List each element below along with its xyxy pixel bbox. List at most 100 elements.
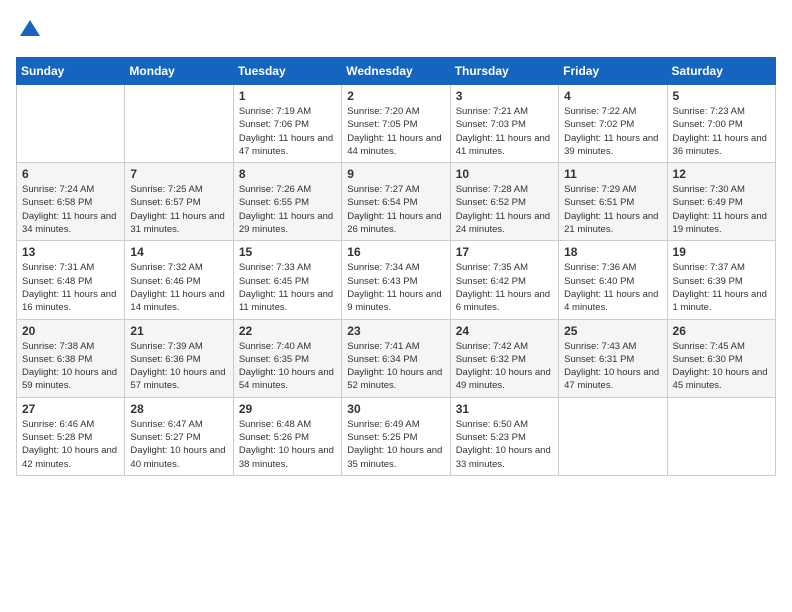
calendar-cell: 6Sunrise: 7:24 AM Sunset: 6:58 PM Daylig… — [17, 163, 125, 241]
calendar-week-row: 1 Sunrise: 7:19 AM Sunset: 7:06 PM Daylig… — [17, 85, 776, 163]
day-number: 31 — [456, 402, 553, 416]
day-number: 26 — [673, 324, 770, 338]
day-number: 28 — [130, 402, 227, 416]
calendar-cell: 30 Sunrise: 6:49 AM Sunset: 5:25 PM Dayli… — [342, 397, 450, 475]
calendar-day-header: Friday — [559, 58, 667, 85]
day-number: 24 — [456, 324, 553, 338]
day-number: 29 — [239, 402, 336, 416]
day-info: Sunrise: 7:35 AM Sunset: 6:42 PM Dayligh… — [456, 261, 553, 314]
day-number: 21 — [130, 324, 227, 338]
day-number: 19 — [673, 245, 770, 259]
calendar-cell: 16 Sunrise: 7:34 AM Sunset: 6:43 PM Dayli… — [342, 241, 450, 319]
day-number: 9 — [347, 167, 444, 181]
calendar-day-header: Tuesday — [233, 58, 341, 85]
day-info: Sunrise: 7:24 AM Sunset: 6:58 PM Dayligh… — [22, 183, 119, 236]
calendar-cell: 22 Sunrise: 7:40 AM Sunset: 6:35 PM Dayli… — [233, 319, 341, 397]
day-info: Sunrise: 7:40 AM Sunset: 6:35 PM Dayligh… — [239, 340, 336, 393]
calendar-cell: 1 Sunrise: 7:19 AM Sunset: 7:06 PM Daylig… — [233, 85, 341, 163]
day-number: 25 — [564, 324, 661, 338]
day-number: 17 — [456, 245, 553, 259]
calendar-week-row: 6Sunrise: 7:24 AM Sunset: 6:58 PM Daylig… — [17, 163, 776, 241]
day-info: Sunrise: 6:47 AM Sunset: 5:27 PM Dayligh… — [130, 418, 227, 471]
day-number: 13 — [22, 245, 119, 259]
day-number: 4 — [564, 89, 661, 103]
calendar-cell: 5 Sunrise: 7:23 AM Sunset: 7:00 PM Daylig… — [667, 85, 775, 163]
calendar-day-header: Sunday — [17, 58, 125, 85]
calendar-cell: 31Sunrise: 6:50 AM Sunset: 5:23 PM Dayli… — [450, 397, 558, 475]
day-info: Sunrise: 7:27 AM Sunset: 6:54 PM Dayligh… — [347, 183, 444, 236]
day-number: 14 — [130, 245, 227, 259]
calendar-cell: 9 Sunrise: 7:27 AM Sunset: 6:54 PM Daylig… — [342, 163, 450, 241]
day-number: 7 — [130, 167, 227, 181]
day-info: Sunrise: 7:25 AM Sunset: 6:57 PM Dayligh… — [130, 183, 227, 236]
calendar-day-header: Monday — [125, 58, 233, 85]
calendar-cell: 20Sunrise: 7:38 AM Sunset: 6:38 PM Dayli… — [17, 319, 125, 397]
calendar-cell: 17 Sunrise: 7:35 AM Sunset: 6:42 PM Dayli… — [450, 241, 558, 319]
calendar-cell: 15Sunrise: 7:33 AM Sunset: 6:45 PM Dayli… — [233, 241, 341, 319]
day-info: Sunrise: 7:34 AM Sunset: 6:43 PM Dayligh… — [347, 261, 444, 314]
calendar-cell — [667, 397, 775, 475]
calendar-cell: 3 Sunrise: 7:21 AM Sunset: 7:03 PM Daylig… — [450, 85, 558, 163]
day-info: Sunrise: 7:26 AM Sunset: 6:55 PM Dayligh… — [239, 183, 336, 236]
day-number: 10 — [456, 167, 553, 181]
day-number: 5 — [673, 89, 770, 103]
day-info: Sunrise: 7:22 AM Sunset: 7:02 PM Dayligh… — [564, 105, 661, 158]
day-info: Sunrise: 7:31 AM Sunset: 6:48 PM Dayligh… — [22, 261, 119, 314]
day-number: 2 — [347, 89, 444, 103]
day-info: Sunrise: 7:19 AM Sunset: 7:06 PM Dayligh… — [239, 105, 336, 158]
calendar-cell — [125, 85, 233, 163]
day-info: Sunrise: 7:32 AM Sunset: 6:46 PM Dayligh… — [130, 261, 227, 314]
calendar-header-row: SundayMondayTuesdayWednesdayThursdayFrid… — [17, 58, 776, 85]
calendar-cell: 27 Sunrise: 6:46 AM Sunset: 5:28 PM Dayli… — [17, 397, 125, 475]
calendar-cell: 13 Sunrise: 7:31 AM Sunset: 6:48 PM Dayli… — [17, 241, 125, 319]
calendar-cell: 12Sunrise: 7:30 AM Sunset: 6:49 PM Dayli… — [667, 163, 775, 241]
calendar-week-row: 13 Sunrise: 7:31 AM Sunset: 6:48 PM Dayli… — [17, 241, 776, 319]
calendar-cell: 10 Sunrise: 7:28 AM Sunset: 6:52 PM Dayli… — [450, 163, 558, 241]
day-number: 22 — [239, 324, 336, 338]
day-number: 3 — [456, 89, 553, 103]
day-number: 20 — [22, 324, 119, 338]
day-info: Sunrise: 7:43 AM Sunset: 6:31 PM Dayligh… — [564, 340, 661, 393]
calendar-cell: 7 Sunrise: 7:25 AM Sunset: 6:57 PM Daylig… — [125, 163, 233, 241]
day-info: Sunrise: 6:46 AM Sunset: 5:28 PM Dayligh… — [22, 418, 119, 471]
calendar-table: SundayMondayTuesdayWednesdayThursdayFrid… — [16, 57, 776, 476]
day-info: Sunrise: 6:48 AM Sunset: 5:26 PM Dayligh… — [239, 418, 336, 471]
calendar-week-row: 20Sunrise: 7:38 AM Sunset: 6:38 PM Dayli… — [17, 319, 776, 397]
calendar-cell: 21 Sunrise: 7:39 AM Sunset: 6:36 PM Dayli… — [125, 319, 233, 397]
day-info: Sunrise: 7:28 AM Sunset: 6:52 PM Dayligh… — [456, 183, 553, 236]
day-number: 1 — [239, 89, 336, 103]
day-number: 12 — [673, 167, 770, 181]
calendar-day-header: Wednesday — [342, 58, 450, 85]
calendar-cell: 28 Sunrise: 6:47 AM Sunset: 5:27 PM Dayli… — [125, 397, 233, 475]
calendar-cell: 14 Sunrise: 7:32 AM Sunset: 6:46 PM Dayli… — [125, 241, 233, 319]
day-info: Sunrise: 7:33 AM Sunset: 6:45 PM Dayligh… — [239, 261, 336, 314]
page-header — [16, 16, 776, 45]
calendar-cell: 18Sunrise: 7:36 AM Sunset: 6:40 PM Dayli… — [559, 241, 667, 319]
calendar-cell: 23 Sunrise: 7:41 AM Sunset: 6:34 PM Dayli… — [342, 319, 450, 397]
calendar-cell: 26 Sunrise: 7:45 AM Sunset: 6:30 PM Dayli… — [667, 319, 775, 397]
day-number: 11 — [564, 167, 661, 181]
day-info: Sunrise: 7:41 AM Sunset: 6:34 PM Dayligh… — [347, 340, 444, 393]
calendar-cell: 29 Sunrise: 6:48 AM Sunset: 5:26 PM Dayli… — [233, 397, 341, 475]
calendar-cell — [17, 85, 125, 163]
calendar-cell: 24 Sunrise: 7:42 AM Sunset: 6:32 PM Dayli… — [450, 319, 558, 397]
logo — [16, 16, 42, 45]
day-info: Sunrise: 7:23 AM Sunset: 7:00 PM Dayligh… — [673, 105, 770, 158]
day-number: 23 — [347, 324, 444, 338]
calendar-cell: 8 Sunrise: 7:26 AM Sunset: 6:55 PM Daylig… — [233, 163, 341, 241]
day-number: 27 — [22, 402, 119, 416]
day-number: 8 — [239, 167, 336, 181]
logo-icon — [18, 16, 42, 40]
day-info: Sunrise: 7:45 AM Sunset: 6:30 PM Dayligh… — [673, 340, 770, 393]
calendar-cell: 4 Sunrise: 7:22 AM Sunset: 7:02 PM Daylig… — [559, 85, 667, 163]
day-info: Sunrise: 7:21 AM Sunset: 7:03 PM Dayligh… — [456, 105, 553, 158]
day-info: Sunrise: 7:39 AM Sunset: 6:36 PM Dayligh… — [130, 340, 227, 393]
calendar-cell: 11Sunrise: 7:29 AM Sunset: 6:51 PM Dayli… — [559, 163, 667, 241]
day-info: Sunrise: 6:49 AM Sunset: 5:25 PM Dayligh… — [347, 418, 444, 471]
day-info: Sunrise: 7:36 AM Sunset: 6:40 PM Dayligh… — [564, 261, 661, 314]
day-number: 16 — [347, 245, 444, 259]
calendar-day-header: Saturday — [667, 58, 775, 85]
day-info: Sunrise: 7:42 AM Sunset: 6:32 PM Dayligh… — [456, 340, 553, 393]
calendar-cell: 2Sunrise: 7:20 AM Sunset: 7:05 PM Daylig… — [342, 85, 450, 163]
day-number: 30 — [347, 402, 444, 416]
